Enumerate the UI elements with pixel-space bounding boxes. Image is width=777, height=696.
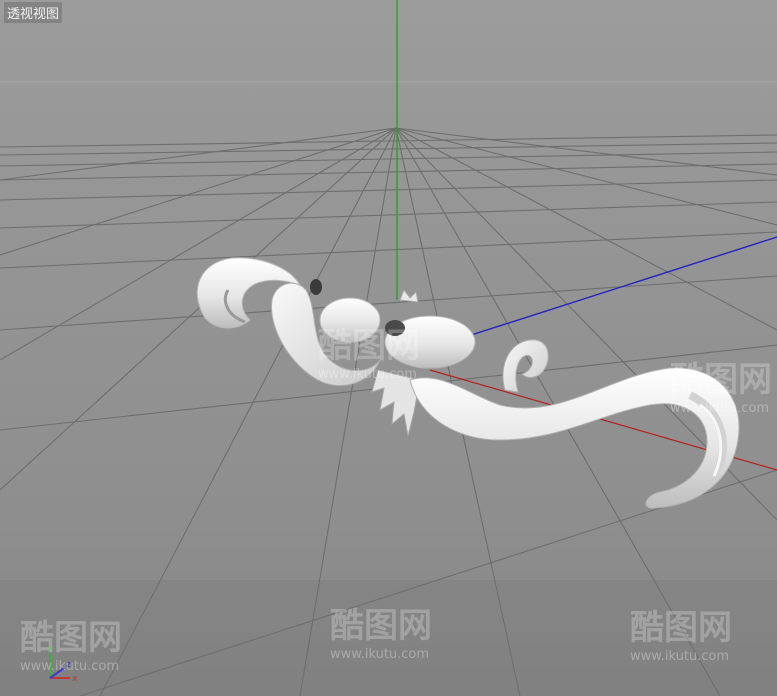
gizmo-x-label: x [72,674,78,684]
gizmo-y-label: y [47,644,53,654]
perspective-viewport[interactable]: y x z 透视视图 酷图网 www.ikutu.com 酷图网 www.iku… [0,0,777,696]
viewport-title[interactable]: 透视视图 [4,2,63,23]
ornament-curl [502,339,549,393]
ornament-knot [319,297,381,343]
floor-grid [0,127,777,696]
ornament-right-sweep [409,367,740,509]
gizmo-z-label: z [66,660,71,670]
axis-gizmo: y x z [47,644,78,684]
world-z-axis [439,236,777,346]
viewport-scene[interactable]: y x z [0,0,777,696]
ornament-model[interactable] [196,257,740,509]
